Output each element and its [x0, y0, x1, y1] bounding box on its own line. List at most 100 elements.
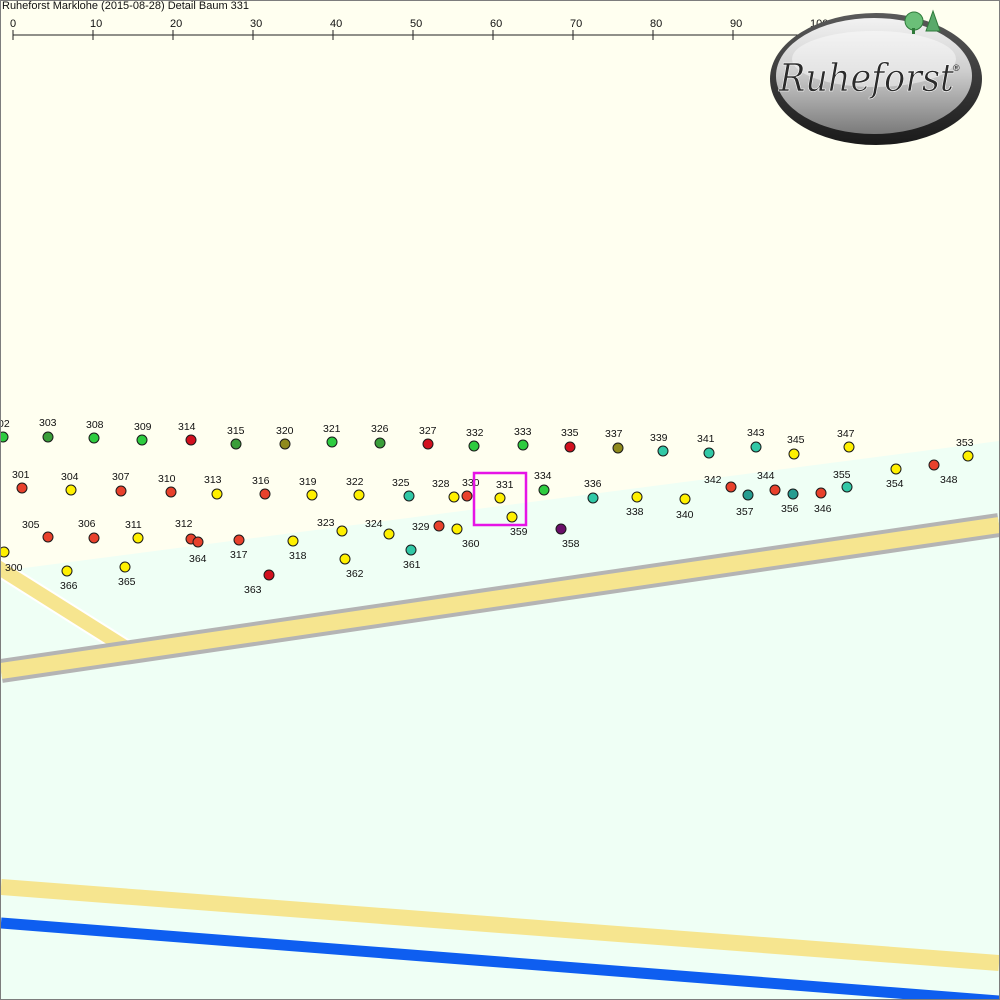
- tree-marker[interactable]: [815, 487, 827, 499]
- tree-marker[interactable]: [339, 553, 351, 565]
- tree-marker[interactable]: [88, 532, 100, 544]
- tree-marker[interactable]: [211, 488, 223, 500]
- tree-marker[interactable]: [517, 439, 529, 451]
- tree-marker[interactable]: [841, 481, 853, 493]
- tree-327[interactable]: 327: [419, 425, 437, 450]
- tree-332[interactable]: 332: [466, 427, 484, 452]
- tree-307[interactable]: 307: [112, 471, 130, 497]
- tree-325[interactable]: 325: [392, 477, 415, 502]
- tree-335[interactable]: 335: [561, 427, 579, 453]
- tree-marker[interactable]: [230, 438, 242, 450]
- tree-marker[interactable]: [703, 447, 715, 459]
- tree-marker[interactable]: [88, 432, 100, 444]
- tree-marker[interactable]: [742, 489, 754, 501]
- tree-marker[interactable]: [165, 486, 177, 498]
- tree-marker[interactable]: [461, 490, 473, 502]
- tree-marker[interactable]: [468, 440, 480, 452]
- tree-02[interactable]: 02: [1, 418, 10, 443]
- tree-305[interactable]: 305: [22, 519, 54, 543]
- tree-329[interactable]: 329: [412, 520, 445, 533]
- tree-marker[interactable]: [374, 437, 386, 449]
- tree-marker[interactable]: [259, 488, 271, 500]
- tree-marker[interactable]: [494, 492, 506, 504]
- tree-marker[interactable]: [448, 491, 460, 503]
- tree-320[interactable]: 320: [276, 425, 294, 450]
- tree-marker[interactable]: [890, 463, 902, 475]
- tree-300[interactable]: 300: [1, 546, 23, 574]
- tree-marker[interactable]: [16, 482, 28, 494]
- tree-marker[interactable]: [42, 431, 54, 443]
- tree-322[interactable]: 322: [346, 476, 365, 501]
- tree-marker[interactable]: [405, 544, 417, 556]
- tree-marker[interactable]: [769, 484, 781, 496]
- tree-marker[interactable]: [788, 448, 800, 460]
- tree-marker[interactable]: [750, 441, 762, 453]
- tree-marker[interactable]: [587, 492, 599, 504]
- tree-328[interactable]: 328: [432, 478, 460, 503]
- tree-marker[interactable]: [555, 523, 567, 535]
- tree-marker[interactable]: [115, 485, 127, 497]
- tree-347[interactable]: 347: [837, 428, 855, 453]
- tree-309[interactable]: 309: [134, 421, 152, 446]
- tree-311[interactable]: 311: [125, 519, 144, 544]
- tree-marker[interactable]: [506, 511, 518, 523]
- tree-315[interactable]: 315: [227, 425, 245, 450]
- tree-337[interactable]: 337: [605, 428, 624, 454]
- tree-marker[interactable]: [787, 488, 799, 500]
- tree-319[interactable]: 319: [299, 476, 318, 501]
- tree-marker[interactable]: [326, 436, 338, 448]
- tree-marker[interactable]: [233, 534, 245, 546]
- tree-316[interactable]: 316: [252, 475, 271, 500]
- tree-marker[interactable]: [1, 546, 10, 558]
- tree-marker[interactable]: [353, 489, 365, 501]
- tree-marker[interactable]: [451, 523, 463, 535]
- tree-341[interactable]: 341: [697, 433, 715, 459]
- tree-marker[interactable]: [1, 431, 9, 443]
- tree-303[interactable]: 303: [39, 417, 57, 443]
- tree-marker[interactable]: [306, 489, 318, 501]
- tree-331[interactable]: 331: [494, 479, 514, 504]
- tree-330[interactable]: 330: [461, 477, 480, 502]
- tree-marker[interactable]: [538, 484, 550, 496]
- tree-marker[interactable]: [403, 490, 415, 502]
- tree-marker[interactable]: [42, 531, 54, 543]
- tree-339[interactable]: 339: [650, 432, 669, 457]
- tree-marker[interactable]: [612, 442, 624, 454]
- tree-marker[interactable]: [119, 561, 131, 573]
- tree-301[interactable]: 301: [12, 469, 30, 494]
- tree-marker[interactable]: [185, 434, 197, 446]
- tree-313[interactable]: 313: [204, 474, 223, 500]
- tree-334[interactable]: 334: [534, 470, 552, 496]
- tree-marker[interactable]: [433, 520, 445, 532]
- tree-326[interactable]: 326: [371, 423, 389, 449]
- tree-marker[interactable]: [564, 441, 576, 453]
- forest-map[interactable]: 0102030405060708090100m 0230330830931431…: [1, 1, 999, 999]
- tree-314[interactable]: 314: [178, 421, 197, 446]
- tree-marker[interactable]: [843, 441, 855, 453]
- tree-marker[interactable]: [725, 481, 737, 493]
- tree-321[interactable]: 321: [323, 423, 341, 448]
- tree-marker[interactable]: [336, 525, 348, 537]
- tree-marker[interactable]: [279, 438, 291, 450]
- tree-marker[interactable]: [422, 438, 434, 450]
- tree-marker[interactable]: [657, 445, 669, 457]
- tree-marker[interactable]: [263, 569, 275, 581]
- tree-marker[interactable]: [132, 532, 144, 544]
- tree-345[interactable]: 345: [787, 434, 805, 460]
- tree-marker[interactable]: [679, 493, 691, 505]
- tree-marker[interactable]: [136, 434, 148, 446]
- tree-333[interactable]: 333: [514, 426, 532, 451]
- tree-marker[interactable]: [65, 484, 77, 496]
- tree-marker[interactable]: [928, 459, 940, 471]
- tree-306[interactable]: 306: [78, 518, 100, 544]
- tree-marker[interactable]: [631, 491, 643, 503]
- tree-343[interactable]: 343: [747, 427, 765, 453]
- tree-308[interactable]: 308: [86, 419, 104, 444]
- tree-marker[interactable]: [287, 535, 299, 547]
- tree-304[interactable]: 304: [61, 471, 79, 496]
- tree-310[interactable]: 310: [158, 473, 177, 498]
- tree-marker[interactable]: [962, 450, 974, 462]
- tree-marker[interactable]: [192, 536, 204, 548]
- tree-marker[interactable]: [383, 528, 395, 540]
- tree-marker[interactable]: [61, 565, 73, 577]
